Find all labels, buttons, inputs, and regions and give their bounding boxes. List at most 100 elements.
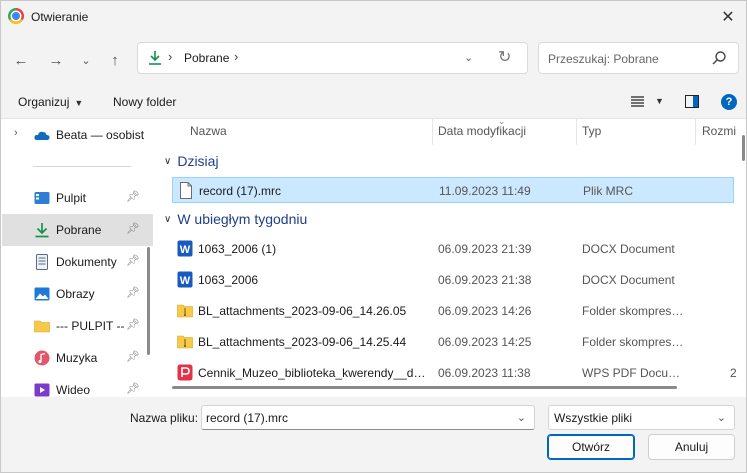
file-type: WPS PDF Docume... [582,366,688,380]
file-date: 11.09.2023 11:49 [439,184,531,198]
group-header-last-week[interactable]: ∨ W ubiegłym tygodniu [164,211,307,227]
file-type: DOCX Document [582,273,675,287]
expand-chevron-icon[interactable]: › [14,127,18,139]
download-icon [149,51,161,65]
view-caret-icon[interactable]: ▼ [655,96,664,106]
column-header-date[interactable]: Data modyfikacji [438,119,526,145]
file-row[interactable]: Cennik_Muzeo_biblioteka_kwerendy__do... … [172,360,737,386]
dialog-footer: Nazwa pliku: record (17).mrc ⌄ Wszystkie… [1,397,746,472]
sidebar-item-label: Obrazy [56,287,95,301]
pictures-icon [34,287,50,301]
file-date: 06.09.2023 14:26 [438,304,532,318]
file-name: 1063_2006 (1) [198,242,277,256]
column-divider[interactable] [576,119,577,145]
search-icon[interactable] [711,50,727,66]
sidebar-item-video[interactable]: Wideo 📌︎ [2,374,153,397]
sidebar-item-onedrive[interactable]: › Beata — osobist [2,119,153,151]
sidebar-item-label: Pobrane [56,223,102,237]
file-name: BL_attachments_2023-09-06_14.25.44 [198,335,407,349]
file-name: record (17).mrc [199,184,282,198]
file-type: Folder skompreso... [582,335,688,349]
pin-icon: 📌︎ [126,287,140,299]
window-title: Otwieranie [31,10,89,24]
up-arrow-icon[interactable]: ↑ [104,49,126,71]
pin-icon: 📌︎ [126,351,140,363]
filetype-value: Wszystkie pliki [554,411,633,425]
new-folder-button[interactable]: Nowy folder [113,95,176,109]
sidebar-scrollbar[interactable] [147,247,150,355]
column-divider[interactable] [432,119,433,145]
file-date: 06.09.2023 21:39 [438,242,532,256]
group-header-today[interactable]: ∨ Dzisiaj [164,153,219,169]
breadcrumb-chevron-icon[interactable]: › [234,49,238,64]
file-type: DOCX Document [582,242,675,256]
organize-label: Organizuj [18,95,70,109]
pin-icon: 📌︎ [126,255,140,267]
sidebar-item-documents[interactable]: Dokumenty 📌︎ [2,246,153,278]
word-doc-icon: W [177,271,193,288]
desktop-icon [34,192,50,204]
zip-folder-icon [177,335,193,349]
file-date: 06.09.2023 14:25 [438,335,532,349]
file-row[interactable]: W 1063_2006 06.09.2023 21:38 DOCX Docume… [172,267,734,293]
help-icon[interactable]: ? [721,94,737,110]
folder-icon [34,320,50,333]
sidebar-item-desktop[interactable]: Pulpit 📌︎ [2,182,153,214]
file-name: BL_attachments_2023-09-06_14.26.05 [198,304,407,318]
filename-label: Nazwa pliku: [130,411,199,425]
search-box[interactable]: Przeszukaj: Pobrane [538,42,739,74]
open-button[interactable]: Otwórz [547,434,635,460]
close-button[interactable]: ✕ [710,1,746,33]
chevron-down-icon[interactable]: ⌄ [517,411,526,424]
caret-down-icon: ▼ [74,98,84,108]
sidebar-item-label: Dokumenty [56,255,117,269]
generic-file-icon [180,182,192,199]
address-bar[interactable]: › Pobrane › ⌄ ↻ [137,42,528,74]
column-header-name[interactable]: Nazwa [190,119,227,145]
file-row[interactable]: record (17).mrc 11.09.2023 11:49 Plik MR… [172,177,734,203]
sidebar-item-label: Pulpit [56,191,87,205]
column-header-size[interactable]: Rozmi [702,119,736,145]
filetype-select[interactable]: Wszystkie pliki ⌄ [548,405,735,430]
navigation-pane: › Beata — osobist Pulpit 📌︎ Pobrane 📌︎ D… [1,119,155,397]
sidebar-item-pulpit-folder[interactable]: --- PULPIT -- 📌︎ [2,310,153,342]
download-icon [35,223,49,238]
column-header-type[interactable]: Typ [582,119,601,145]
group-label: W ubiegłym tygodniu [177,211,308,227]
back-arrow-icon[interactable]: ← [10,49,32,71]
sidebar-item-pictures[interactable]: Obrazy 📌︎ [2,278,153,310]
file-name: 1063_2006 [198,273,259,287]
title-bar: Otwieranie ✕ [1,1,746,33]
forward-arrow-icon[interactable]: → [45,49,67,71]
cancel-button[interactable]: Anuluj [648,434,735,460]
view-options-icon[interactable] [631,96,644,107]
file-row[interactable]: BL_attachments_2023-09-06_14.26.05 06.09… [172,298,734,324]
column-divider[interactable] [695,119,696,145]
sidebar-divider [33,166,131,167]
collapse-chevron-icon: ∨ [164,156,172,167]
sidebar-item-downloads[interactable]: Pobrane 📌︎ [2,214,153,246]
organize-menu-button[interactable]: Organizuj ▼ [18,95,83,109]
file-date: 06.09.2023 21:38 [438,273,532,287]
group-label: Dzisiaj [177,153,219,169]
sidebar-item-music[interactable]: Muzyka 📌︎ [2,342,153,374]
file-size: 2 [730,366,737,380]
file-list-scrollbar[interactable] [742,135,745,161]
word-doc-icon: W [177,240,193,257]
collapse-chevron-icon: ∨ [164,214,172,225]
filename-input[interactable]: record (17).mrc ⌄ [201,405,535,430]
file-row[interactable]: W 1063_2006 (1) 06.09.2023 21:39 DOCX Do… [172,236,734,262]
zip-folder-icon [177,304,193,318]
horizontal-scrollbar[interactable] [172,386,677,389]
navigation-bar: ← → ⌄ ↑ › Pobrane › ⌄ ↻ Przeszukaj: Pobr… [1,33,746,85]
sidebar-item-label: Wideo [56,383,91,397]
breadcrumb-pobrane[interactable]: Pobrane [184,51,229,65]
preview-pane-icon[interactable] [685,95,699,108]
pin-icon: 📌︎ [126,383,140,395]
recent-chevron-icon[interactable]: ⌄ [75,49,97,71]
file-row[interactable]: BL_attachments_2023-09-06_14.25.44 06.09… [172,329,734,355]
address-history-chevron-icon[interactable]: ⌄ [464,51,473,64]
file-date: 06.09.2023 11:38 [438,366,531,380]
open-file-dialog: Otwieranie ✕ ← → ⌄ ↑ › Pobrane › ⌄ ↻ Prz… [0,0,747,473]
refresh-icon[interactable]: ↻ [498,47,511,67]
